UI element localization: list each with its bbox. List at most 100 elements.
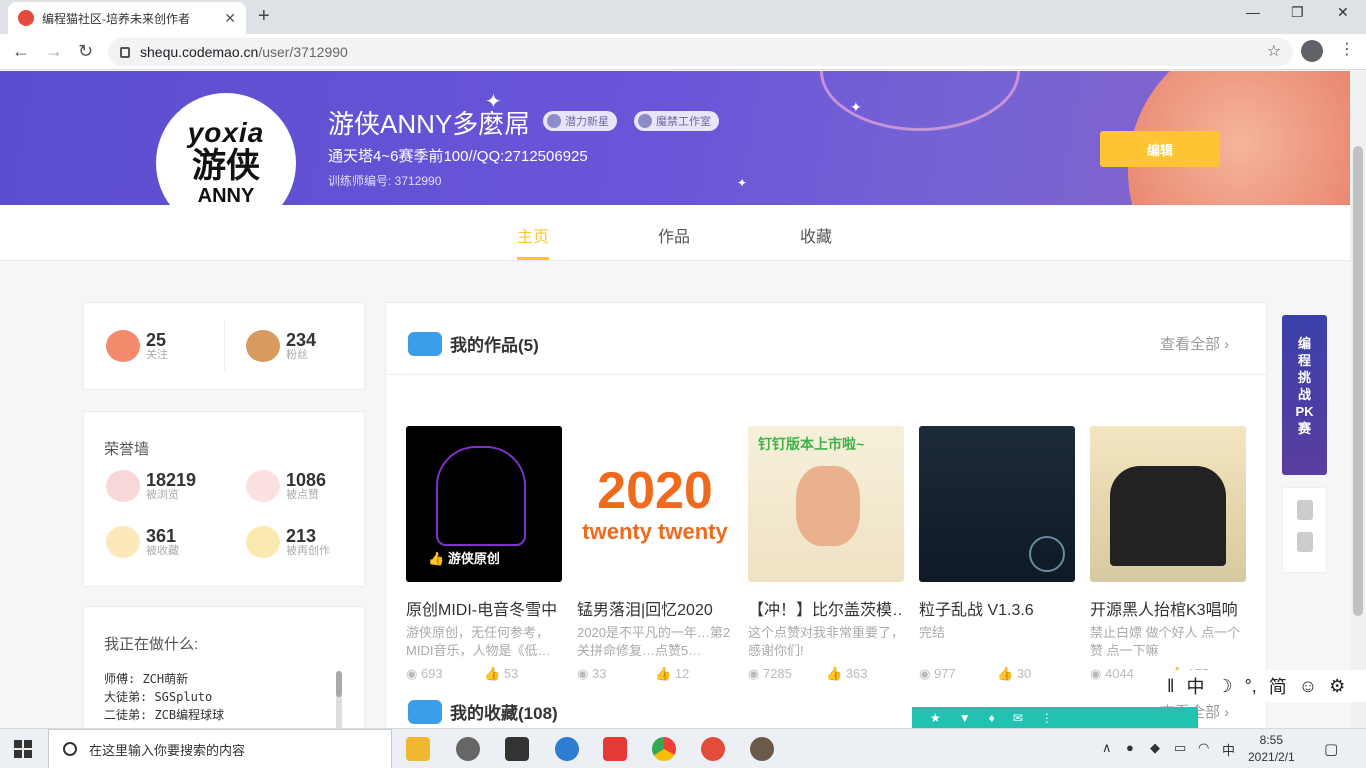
like-count: 👍 30 [997, 666, 1032, 681]
honor-wall-card: 荣誉墙 18219 被浏览 1086 被点赞 361 被收藏 213 被再创作 [83, 411, 365, 587]
sparkle-icon: ✦ [850, 99, 862, 115]
work-card[interactable]: 开源黑人抬棺K3唱响 禁止白嫖 做个好人 点一个赞 点一下嘛 ◉ 4044👍 1… [1090, 426, 1246, 682]
ime-toolbar: ‖ 中 ☽ °, 简 ☺ ⚙ [1155, 670, 1366, 702]
work-thumbnail[interactable] [919, 426, 1075, 582]
collections-star-icon [408, 699, 442, 724]
window-close-button[interactable]: ✕ [1337, 4, 1349, 21]
work-title[interactable]: 原创MIDI-电音冬雪中 [406, 596, 562, 620]
fans-icon [246, 330, 280, 362]
floating-tool-bar[interactable]: ★ ▼ ♦ ✉ ⋮ [912, 707, 1198, 729]
qq-tray-icon[interactable]: ● [1126, 740, 1134, 755]
minimize-button[interactable]: — [1246, 4, 1260, 20]
tab-home[interactable]: 主页 [517, 223, 549, 247]
app-l-icon[interactable] [555, 737, 579, 761]
edit-profile-button[interactable]: 编辑 [1100, 131, 1220, 167]
work-card[interactable]: 钉钉版本上市啦~ 【冲！】比尔盖茨模… 这个点赞对我非常重要了，感谢你们! ◉ … [748, 426, 904, 682]
avatar-text-2: 游侠 [192, 146, 260, 186]
work-title[interactable]: 开源黑人抬棺K3唱响 [1090, 596, 1246, 620]
address-bar[interactable]: shequ.codemao.cn/user/3712990 ☆ [108, 38, 1293, 66]
fans-stat[interactable]: 234 粉丝 [246, 330, 316, 362]
ime-settings-icon[interactable]: ⚙ [1329, 676, 1345, 697]
doing-scrollbar[interactable] [336, 671, 342, 728]
star-icon[interactable]: ★ [930, 711, 941, 725]
ime-simplified[interactable]: 简 [1269, 673, 1287, 699]
badge-potential-star[interactable]: 潜力新星 [543, 111, 617, 131]
work-thumbnail[interactable]: 2020 twenty twenty [577, 426, 733, 582]
star-badge-icon [547, 114, 561, 128]
moon-icon[interactable]: ☽ [1216, 676, 1232, 697]
qq-icon[interactable] [1296, 532, 1313, 552]
browser-tab[interactable]: 编程猫社区-培养未来创作者 ✕ [8, 2, 246, 34]
works-header: 我的作品(5) [408, 331, 539, 356]
works-card: 我的作品(5) 查看全部 › 👍 游侠原创 原创MIDI-电音冬雪中 游侠原创，… [385, 302, 1267, 728]
codemao-favicon-icon [18, 10, 34, 26]
view-count: ◉ 33 [577, 666, 607, 681]
works-view-all-link[interactable]: 查看全部 › [1160, 333, 1229, 354]
work-thumbnail[interactable] [1090, 426, 1246, 582]
ime-language[interactable]: 中 [1222, 740, 1235, 759]
more-icon[interactable]: ⋮ [1041, 711, 1053, 725]
back-arrow-icon[interactable]: ← [12, 41, 30, 62]
work-desc: 游侠原创，无任何参考，MIDI音乐，人物是《低… [406, 625, 551, 658]
ime-handle-icon[interactable]: ‖ [1167, 676, 1174, 697]
views-stat: 18219 被浏览 [106, 470, 196, 502]
emoji-icon[interactable]: ☺ [1299, 676, 1317, 697]
notification-icon[interactable]: ▢ [1324, 740, 1338, 758]
page-scrollbar[interactable] [1350, 71, 1366, 728]
maximize-button[interactable]: ❐ [1291, 4, 1304, 21]
active-tab-indicator [517, 257, 549, 260]
phone-icon[interactable] [1296, 500, 1313, 520]
tab-works[interactable]: 作品 [658, 223, 690, 247]
codemao-app-icon[interactable] [701, 737, 725, 761]
close-icon[interactable]: ✕ [224, 10, 236, 27]
work-card[interactable]: 粒子乱战 V1.3.6 完结 ◉ 977 👍 30 [919, 426, 1075, 682]
honor-wall-title: 荣誉墙 [104, 441, 150, 458]
file-explorer-icon[interactable] [406, 737, 430, 761]
store-icon[interactable] [505, 737, 529, 761]
new-tab-button[interactable]: + [258, 5, 270, 28]
ime-chinese-mode[interactable]: 中 [1186, 673, 1204, 699]
pk-challenge-ad[interactable]: 编程挑战 PK 赛 [1282, 315, 1327, 475]
bag-icon[interactable]: ♦ [989, 711, 995, 725]
work-title[interactable]: 锰男落泪|回忆2020 [577, 596, 733, 620]
security-tray-icon[interactable]: ◆ [1150, 740, 1160, 756]
work-thumbnail[interactable]: 钉钉版本上市啦~ [748, 426, 904, 582]
mail-icon[interactable]: ✉ [1013, 711, 1023, 725]
user-bio: 通天塔4~6赛季前100//QQ:2712506925 [328, 148, 588, 165]
user-name: 游侠ANNY多麼屌 [328, 109, 531, 139]
tab-collections[interactable]: 收藏 [800, 223, 832, 247]
battery-icon[interactable]: ▭ [1174, 740, 1186, 756]
reload-icon[interactable]: ↻ [78, 41, 93, 62]
work-title[interactable]: 【冲！】比尔盖茨模… [748, 596, 904, 620]
chevron-up-icon[interactable]: ∧ [1102, 740, 1112, 756]
follow-card: 25 关注 234 粉丝 [83, 302, 365, 390]
profile-avatar-icon[interactable] [1301, 40, 1323, 62]
browser-toolbar: ← → ↻ shequ.codemao.cn/user/3712990 ☆ ⋮ [0, 34, 1366, 70]
bookmark-star-icon[interactable]: ☆ [1267, 41, 1281, 61]
work-card[interactable]: 2020 twenty twenty 锰男落泪|回忆2020 2020是不平凡的… [577, 426, 733, 682]
eye-icon [106, 470, 140, 502]
menu-kebab-icon[interactable]: ⋮ [1339, 39, 1355, 59]
following-stat[interactable]: 25 关注 [106, 330, 168, 362]
work-card[interactable]: 👍 游侠原创 原创MIDI-电音冬雪中 游侠原创，无任何参考，MIDI音乐，人物… [406, 426, 562, 682]
url-path: /user/3712990 [258, 44, 348, 60]
taskbar-clock[interactable]: 8:55 2021/2/1 [1248, 732, 1295, 766]
remix-pencil-icon [246, 526, 280, 558]
work-title[interactable]: 粒子乱战 V1.3.6 [919, 596, 1075, 620]
following-icon [106, 330, 140, 362]
chrome-icon[interactable] [652, 737, 676, 761]
punctuation-icon[interactable]: °, [1245, 676, 1257, 697]
wifi-icon[interactable]: ◠ [1198, 740, 1209, 756]
taskbar-search-input[interactable]: 在这里输入你要搜索的内容 [48, 729, 392, 768]
windows-start-icon[interactable] [14, 740, 32, 758]
user-avatar[interactable]: yoxia 游侠 ANNY [156, 93, 296, 233]
app-red-icon[interactable] [603, 737, 627, 761]
doing-text: 师傅: ZCH萌新 大徒弟: SGSpluto 二徒弟: ZCB编程球球 [104, 672, 225, 722]
forward-arrow-icon[interactable]: → [45, 41, 63, 62]
badge-studio[interactable]: 魔禁工作室 [634, 111, 719, 131]
work-thumbnail[interactable]: 👍 游侠原创 [406, 426, 562, 582]
shirt-icon[interactable]: ▼ [959, 711, 971, 725]
work-desc: 2020是不平凡的一年…第2关拼命修复…点赞5… [577, 625, 731, 658]
user-app-icon[interactable] [750, 737, 774, 761]
settings-gear-icon[interactable] [456, 737, 480, 761]
